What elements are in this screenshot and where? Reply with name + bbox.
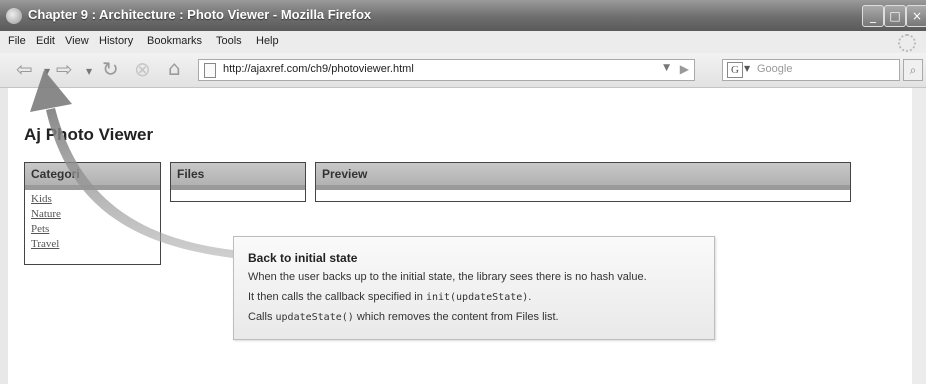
menu-bar: File Edit View History Bookmarks Tools H… xyxy=(0,31,926,54)
close-icon[interactable]: × xyxy=(906,5,926,27)
minimize-icon[interactable]: _ xyxy=(862,5,884,27)
title-bar: Chapter 9 : Architecture : Photo Viewer … xyxy=(0,0,926,31)
address-dropdown[interactable]: ▼ xyxy=(663,63,670,73)
navigation-toolbar: ⇦ ▼ ⇨ ▼ ↻ ⊗ ⌂ http://ajaxref.com/ch9/pho… xyxy=(0,53,926,88)
menu-tools[interactable]: Tools xyxy=(216,35,242,47)
menu-history[interactable]: History xyxy=(99,35,133,47)
callout-box: Back to initial state When the user back… xyxy=(233,236,715,340)
category-travel[interactable]: Travel xyxy=(31,237,160,252)
search-input[interactable]: Google xyxy=(757,63,792,75)
go-icon[interactable]: ▶ xyxy=(680,62,689,76)
menu-help[interactable]: Help xyxy=(256,35,279,47)
search-bar[interactable]: G ▼ Google xyxy=(722,59,900,81)
category-pets[interactable]: Pets xyxy=(31,222,160,237)
left-edge xyxy=(0,88,8,384)
callout-line-2: It then calls the callback specified in … xyxy=(248,291,532,303)
menu-view[interactable]: View xyxy=(65,35,89,47)
files-header: Files xyxy=(171,163,305,190)
menu-edit[interactable]: Edit xyxy=(36,35,55,47)
stop-icon[interactable]: ⊗ xyxy=(134,57,151,81)
firefox-icon xyxy=(6,8,22,24)
files-panel: Files xyxy=(170,162,306,202)
back-history-dropdown[interactable]: ▼ xyxy=(44,67,50,76)
reload-icon[interactable]: ↻ xyxy=(102,57,119,81)
throbber-icon xyxy=(898,34,916,52)
back-icon[interactable]: ⇦ xyxy=(16,57,33,81)
search-engine-dropdown[interactable]: ▼ xyxy=(744,64,750,73)
page-title: Aj Photo Viewer xyxy=(24,125,154,144)
page-icon xyxy=(204,63,216,78)
preview-header: Preview xyxy=(316,163,850,190)
category-nature[interactable]: Nature xyxy=(31,207,160,222)
callout-line-1: When the user backs up to the initial st… xyxy=(248,271,647,283)
maximize-icon[interactable]: □ xyxy=(884,5,906,27)
preview-panel: Preview xyxy=(315,162,851,202)
window-title: Chapter 9 : Architecture : Photo Viewer … xyxy=(28,7,372,22)
magnifier-icon[interactable]: ⌕ xyxy=(903,59,923,81)
right-edge xyxy=(912,88,926,384)
home-icon[interactable]: ⌂ xyxy=(168,56,181,80)
search-engine-icon[interactable]: G xyxy=(727,62,743,78)
callout-line-3: Calls updateState() which removes the co… xyxy=(248,311,559,323)
address-bar[interactable]: http://ajaxref.com/ch9/photoviewer.html … xyxy=(198,59,695,81)
category-kids[interactable]: Kids xyxy=(31,192,160,207)
forward-icon[interactable]: ⇨ xyxy=(56,57,73,81)
menu-file[interactable]: File xyxy=(8,35,26,47)
categories-panel: Categori Kids Nature Pets Travel xyxy=(24,162,161,265)
address-url[interactable]: http://ajaxref.com/ch9/photoviewer.html xyxy=(223,63,414,75)
categories-header: Categori xyxy=(25,163,160,190)
menu-bookmarks[interactable]: Bookmarks xyxy=(147,35,202,47)
forward-history-dropdown[interactable]: ▼ xyxy=(86,67,92,76)
callout-title: Back to initial state xyxy=(248,251,358,265)
